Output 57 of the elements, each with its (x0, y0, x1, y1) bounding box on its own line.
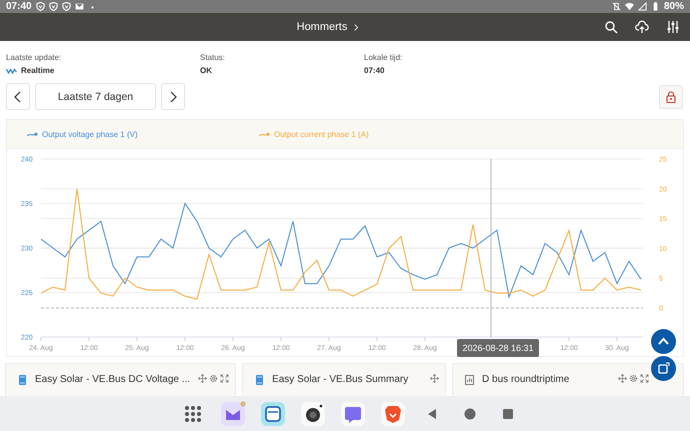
device-icon (18, 374, 27, 386)
move-icon[interactable] (618, 374, 628, 383)
legend-line-icon (27, 132, 38, 136)
search-icon[interactable] (604, 20, 618, 34)
shield-icon (36, 2, 45, 11)
sliders-icon[interactable] (666, 20, 680, 34)
window-icon[interactable] (260, 400, 286, 426)
chevron-right-icon[interactable] (352, 22, 360, 32)
info-value: 07:40 (364, 66, 384, 75)
legend-label: Output current phase 1 (A) (274, 130, 369, 138)
device-icon (255, 374, 264, 386)
camera-icon[interactable] (300, 400, 326, 426)
home-icon[interactable] (464, 408, 476, 420)
move-icon[interactable] (198, 374, 208, 383)
previous-button[interactable] (6, 83, 30, 110)
shield-icon (48, 2, 58, 11)
settings-icon[interactable] (209, 374, 218, 383)
recents-icon[interactable] (502, 408, 514, 420)
legend-label: Output voltage phase 1 (V) (42, 130, 138, 138)
info-value: Realtime (21, 66, 54, 75)
date-range-button[interactable]: Laatste 7 dagen (35, 83, 156, 110)
info-label: Status: (200, 53, 226, 62)
chevron-right-icon (168, 90, 178, 102)
next-button[interactable] (161, 83, 185, 110)
mail-icon (74, 2, 84, 11)
back-icon[interactable] (426, 408, 438, 420)
chart-tooltip: 2026-08-28 16:31 (457, 339, 539, 357)
move-icon[interactable] (430, 374, 440, 383)
widget-title: Easy Solar - VE.Bus DC Voltage ... (35, 374, 190, 385)
signal-icon (638, 2, 647, 11)
share-screen-icon (657, 362, 670, 375)
lock-icon (666, 90, 676, 102)
cloud-upload-icon[interactable] (635, 20, 649, 34)
vibrate-off-icon (612, 2, 621, 11)
settings-icon[interactable] (629, 374, 638, 383)
expand-icon[interactable] (220, 374, 230, 383)
shield-icon (62, 2, 71, 11)
chart-icon (465, 374, 474, 386)
legend-line-icon (259, 132, 270, 136)
shield-icon[interactable] (380, 400, 406, 426)
widget-title: Easy Solar - VE.Bus Summary (272, 374, 410, 385)
info-label: Laatste update: (6, 53, 62, 62)
envelope-icon[interactable] (220, 400, 246, 426)
site-title: Hommerts (296, 21, 348, 33)
wifi-icon (624, 2, 634, 11)
info-value: OK (200, 66, 212, 75)
live-wave-icon (6, 68, 17, 74)
lock-button[interactable] (659, 84, 683, 108)
chat-icon[interactable] (340, 400, 366, 426)
info-label: Lokale tijd: (364, 53, 402, 62)
battery-icon (650, 2, 660, 11)
expand-icon[interactable] (640, 374, 650, 383)
widget-title: D bus roundtriptime (482, 374, 570, 385)
battery-level: 80% (664, 1, 684, 12)
chevron-left-icon (13, 90, 23, 102)
clock-time: 07:40 (6, 1, 32, 12)
scroll-up-button[interactable] (651, 329, 676, 354)
